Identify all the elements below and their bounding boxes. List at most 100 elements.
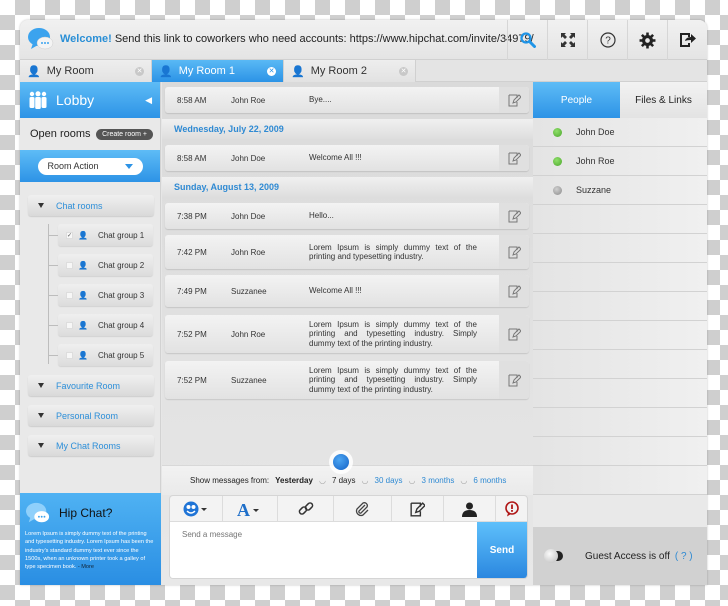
chat-group-label: Chat group 3 bbox=[97, 290, 145, 300]
promo-title-row: Hip Chat? bbox=[25, 501, 156, 525]
more-link[interactable]: - More bbox=[78, 564, 94, 570]
message-input[interactable] bbox=[170, 522, 478, 578]
date-separator: Sunday, August 13, 2009 bbox=[162, 177, 533, 197]
empty-row bbox=[533, 234, 707, 263]
chat-group-item[interactable]: 👤 Chat group 4 bbox=[48, 314, 153, 336]
room-action-bar: Room Action bbox=[20, 150, 160, 182]
settings-button[interactable] bbox=[627, 20, 667, 60]
logout-icon bbox=[679, 33, 696, 47]
edit-icon bbox=[508, 245, 521, 258]
user-icon: 👤 bbox=[78, 320, 88, 330]
chat-group-label: Chat group 1 bbox=[97, 230, 145, 240]
collapse-icon[interactable]: ◀ bbox=[145, 95, 152, 106]
message-row: 7:42 PM John Roe Lorem Ipsum is simply d… bbox=[165, 235, 529, 269]
close-tab-icon[interactable]: ✕ bbox=[135, 66, 144, 76]
triangle-down-icon bbox=[38, 383, 44, 388]
alert-icon bbox=[504, 501, 519, 517]
message-user: John Doe bbox=[231, 153, 266, 163]
tab-files-links[interactable]: Files & Links bbox=[620, 82, 707, 118]
chat-group-item[interactable]: 👤 Chat group 3 bbox=[48, 284, 153, 306]
filter-option-yesterday[interactable]: Yesterday bbox=[275, 476, 313, 485]
top-bar: Welcome! Send this link to coworkers who… bbox=[20, 20, 707, 60]
user-icon: 👤 bbox=[27, 65, 41, 78]
message-text: Welcome All !!! bbox=[309, 286, 362, 296]
tab-my-room-2[interactable]: 👤 My Room 2 ✕ bbox=[284, 60, 416, 82]
edit-message-button[interactable] bbox=[499, 275, 529, 307]
edit-message-button[interactable] bbox=[499, 361, 529, 399]
section-my-chat-rooms[interactable]: My Chat Rooms bbox=[28, 435, 154, 456]
search-button[interactable] bbox=[507, 20, 547, 60]
guest-access-label: Guest Access is off bbox=[585, 550, 670, 562]
svg-text:?: ? bbox=[605, 36, 611, 47]
tab-my-room-1[interactable]: 👤 My Room 1 ✕ bbox=[152, 60, 284, 82]
close-tab-icon[interactable]: ✕ bbox=[267, 66, 276, 76]
help-icon: ? bbox=[599, 32, 616, 48]
user-icon: 👤 bbox=[78, 350, 88, 360]
guest-help-link[interactable]: ( ? ) bbox=[675, 551, 693, 562]
user-icon bbox=[462, 502, 478, 517]
edit-message-button[interactable] bbox=[499, 203, 529, 229]
checkbox[interactable]: ✓ bbox=[66, 231, 73, 239]
chat-group-item[interactable]: 👤 Chat group 2 bbox=[48, 254, 153, 276]
section-favourite-room[interactable]: Favourite Room bbox=[28, 375, 154, 396]
lobby-header[interactable]: Lobby ◀ bbox=[20, 82, 160, 118]
person-item[interactable]: Suzzane bbox=[533, 176, 707, 205]
person-name: Suzzane bbox=[576, 185, 612, 195]
emoticon-button[interactable] bbox=[170, 496, 223, 522]
font-button[interactable]: A bbox=[223, 496, 279, 522]
person-name: John Roe bbox=[576, 156, 615, 166]
send-button[interactable]: Send bbox=[477, 522, 527, 578]
welcome-bold: Welcome! bbox=[60, 33, 112, 45]
report-button[interactable] bbox=[496, 496, 527, 522]
room-tabs: 👤 My Room ✕ 👤 My Room 1 ✕ 👤 My Room 2 ✕ bbox=[20, 60, 707, 82]
close-tab-icon[interactable]: ✕ bbox=[399, 66, 408, 76]
fullscreen-button[interactable] bbox=[547, 20, 587, 60]
link-button[interactable] bbox=[278, 496, 335, 522]
person-item[interactable]: John Doe bbox=[533, 118, 707, 147]
filter-option-3-months[interactable]: 3 months bbox=[422, 476, 455, 485]
help-button[interactable]: ? bbox=[587, 20, 627, 60]
filter-option-30-days[interactable]: 30 days bbox=[375, 476, 403, 485]
chat-group-item[interactable]: ✓ 👤 Chat group 1 bbox=[48, 224, 153, 246]
room-action-dropdown[interactable]: Room Action bbox=[37, 157, 143, 175]
user-button[interactable] bbox=[444, 496, 497, 522]
section-personal-room[interactable]: Personal Room bbox=[28, 405, 154, 426]
edit-message-button[interactable] bbox=[499, 87, 529, 113]
edit-message-button[interactable] bbox=[499, 315, 529, 353]
empty-row bbox=[533, 350, 707, 379]
edit-icon bbox=[410, 501, 426, 517]
attachment-button[interactable] bbox=[334, 496, 392, 522]
tab-label: My Room 1 bbox=[178, 65, 235, 77]
history-slider-handle[interactable] bbox=[333, 454, 349, 470]
create-room-button[interactable]: Create room + bbox=[96, 128, 153, 140]
people-panel: People Files & Links John Doe John Roe S… bbox=[533, 82, 707, 585]
guest-access-bar: Guest Access is off ( ? ) bbox=[533, 527, 707, 585]
tab-my-room[interactable]: 👤 My Room ✕ bbox=[20, 60, 152, 82]
message-row: 8:58 AM John Doe Welcome All !!! bbox=[165, 145, 529, 171]
tab-people[interactable]: People bbox=[533, 82, 620, 118]
section-label: Chat rooms bbox=[56, 200, 103, 211]
person-item[interactable]: John Roe bbox=[533, 147, 707, 176]
triangle-down-icon bbox=[38, 443, 44, 448]
checkbox[interactable] bbox=[66, 291, 73, 299]
section-chat-rooms[interactable]: Chat rooms bbox=[28, 195, 154, 216]
guest-access-toggle[interactable] bbox=[544, 549, 563, 563]
message-time: 8:58 AM bbox=[177, 95, 207, 105]
user-icon: 👤 bbox=[78, 290, 88, 300]
hipchat-logo-icon bbox=[28, 28, 54, 50]
edit-message-button[interactable] bbox=[499, 235, 529, 269]
chat-group-item[interactable]: 👤 Chat group 5 bbox=[48, 344, 153, 366]
edit-button[interactable] bbox=[392, 496, 445, 522]
checkbox[interactable] bbox=[66, 321, 73, 329]
message-text: Welcome All !!! bbox=[309, 153, 362, 163]
chat-bubble-icon bbox=[26, 502, 50, 523]
section-label: Favourite Room bbox=[56, 380, 121, 391]
logout-button[interactable] bbox=[667, 20, 707, 60]
invite-link-text[interactable]: Send this link to coworkers who need acc… bbox=[112, 33, 534, 45]
checkbox[interactable] bbox=[66, 351, 73, 359]
filter-option-7-days[interactable]: 7 days bbox=[332, 476, 356, 485]
edit-message-button[interactable] bbox=[499, 145, 529, 171]
empty-row bbox=[533, 466, 707, 495]
filter-option-6-months[interactable]: 6 months bbox=[473, 476, 506, 485]
checkbox[interactable] bbox=[66, 261, 73, 269]
